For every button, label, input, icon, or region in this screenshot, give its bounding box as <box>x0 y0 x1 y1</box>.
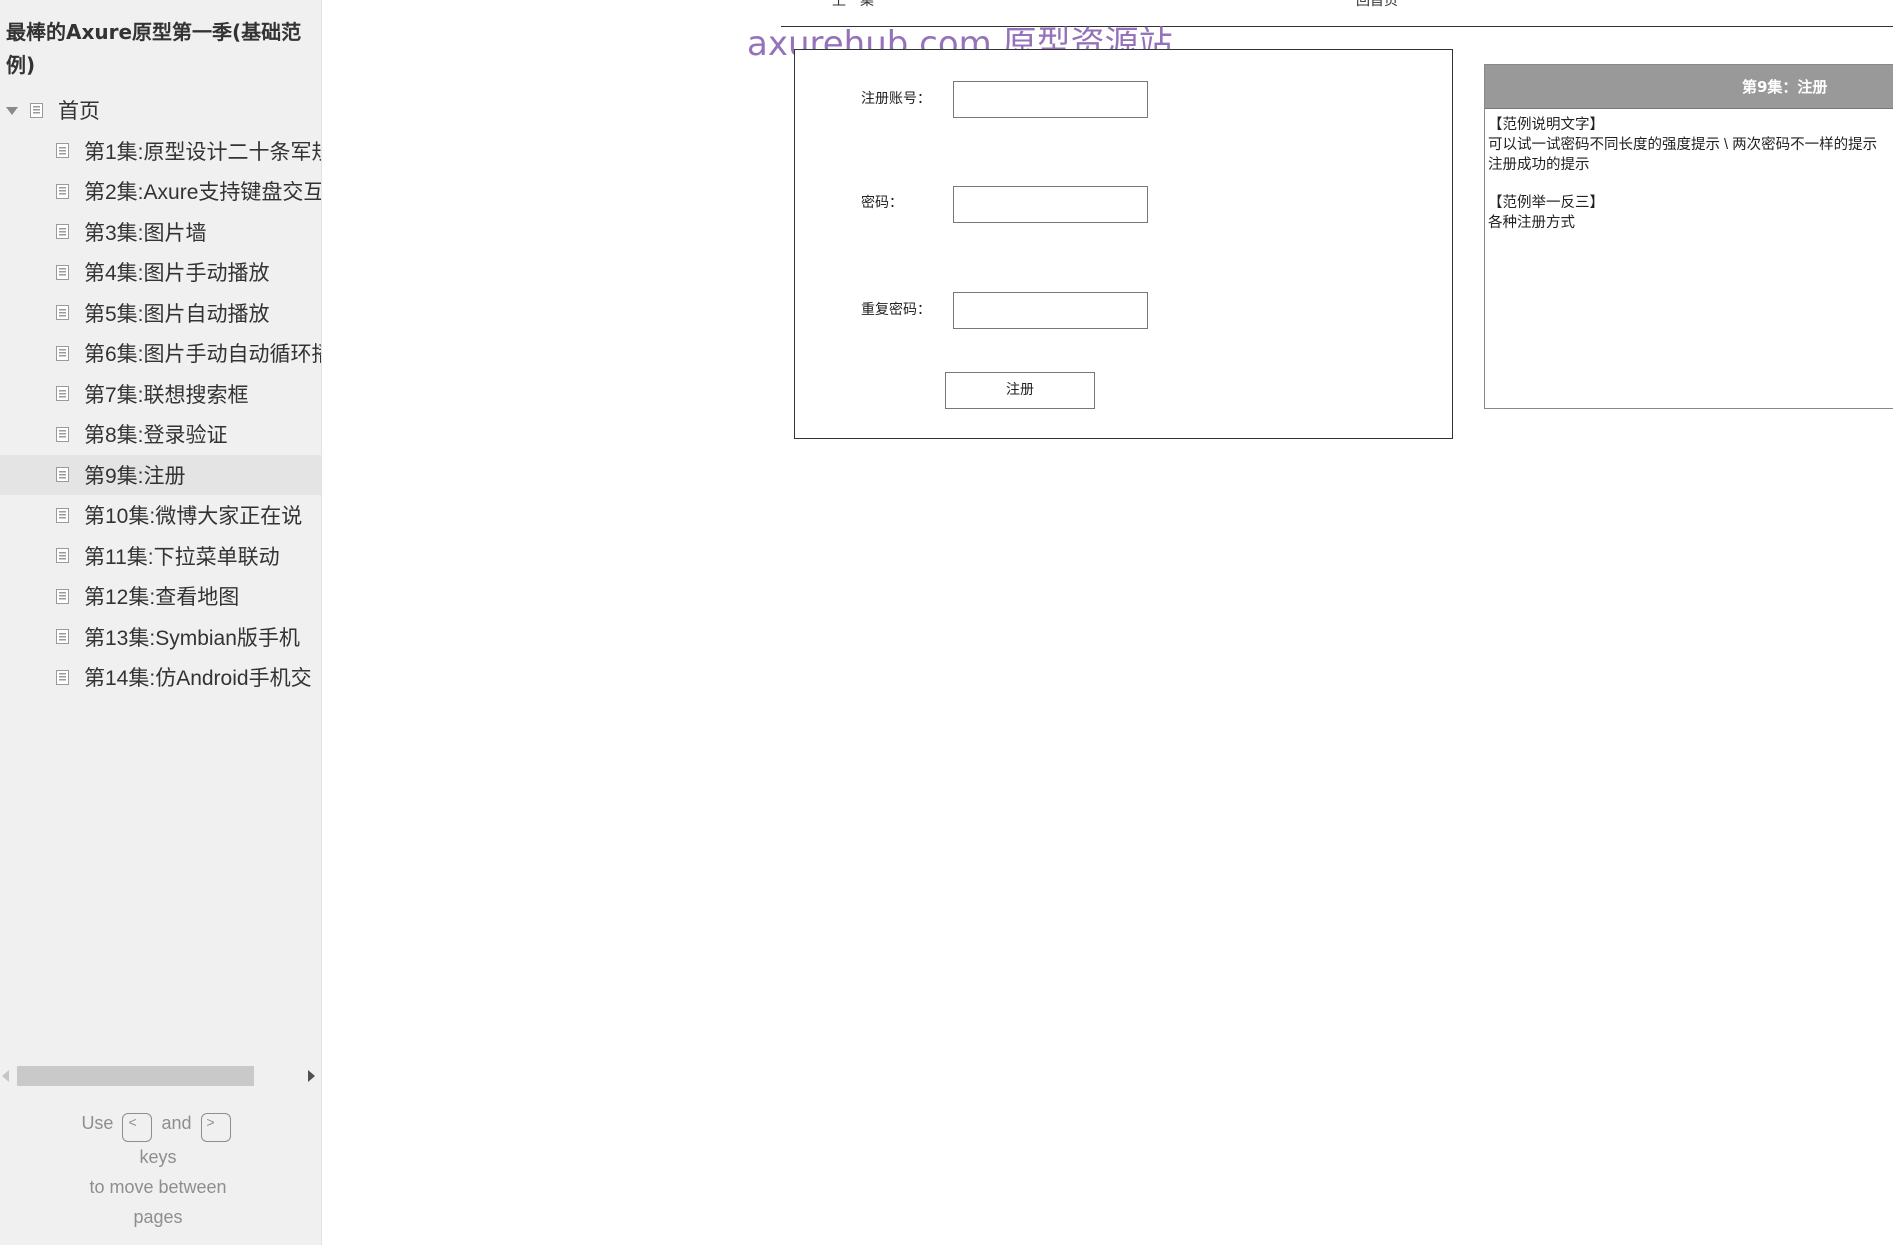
tree-item-label: 第1集:原型设计二十条军规 <box>84 140 322 164</box>
keyboard-help: Use < and > keys to move between pages <box>0 1108 316 1232</box>
tree-item-label: 第10集:微博大家正在说 <box>84 505 303 529</box>
tree-item-ep6[interactable]: 第6集:图片手动自动循环播放 <box>0 333 321 374</box>
tree-item-label: 首页 <box>58 100 100 124</box>
prototype-canvas: 上一集 回首页 axurehub.com 原型资源站 注册账号： 密码： 重复密… <box>323 0 1893 1245</box>
next-key-icon: > <box>200 1113 231 1142</box>
expanded-arrow-icon[interactable] <box>6 107 18 116</box>
page-icon <box>56 386 69 402</box>
page-icon <box>56 426 69 442</box>
page-icon <box>56 588 69 604</box>
password-input[interactable] <box>953 186 1148 223</box>
page-icon <box>56 224 69 240</box>
tree-item-label: 第5集:图片自动播放 <box>84 302 270 326</box>
scrollbar-thumb[interactable] <box>17 1066 254 1086</box>
page-icon <box>56 345 69 361</box>
tree-item-label: 第6集:图片手动自动循环播放 <box>84 343 321 367</box>
tree-item-ep9[interactable]: 第9集:注册 <box>0 454 321 495</box>
scroll-left-arrow-icon[interactable] <box>2 1070 9 1082</box>
repeat-password-input[interactable] <box>953 292 1148 329</box>
tree-item-label: 第14集:仿Android手机交 <box>84 667 312 691</box>
episode-note-panel: 第9集：注册 【范例说明文字】 可以试一试密码不同长度的强度提示 \ 两次密码不… <box>1484 64 1893 409</box>
home-link[interactable]: 回首页 <box>1356 0 1398 10</box>
page-icon <box>56 305 69 321</box>
account-input[interactable] <box>953 81 1148 118</box>
tree-item-ep11[interactable]: 第11集:下拉菜单联动 <box>0 536 321 577</box>
register-button[interactable]: 注册 <box>945 372 1095 409</box>
page-icon <box>56 183 69 199</box>
note-text: 可以试一试密码不同长度的强度提示 \ 两次密码不一样的提示 <box>1488 137 1878 153</box>
page-icon <box>56 629 69 645</box>
prev-episode-link[interactable]: 上一集 <box>832 0 874 10</box>
note-title: 第9集：注册 <box>1485 65 1893 109</box>
help-pages-text: pages <box>133 1207 183 1227</box>
tree-item-ep2[interactable]: 第2集:Axure支持键盘交互 <box>0 171 322 212</box>
account-label: 注册账号： <box>861 91 931 107</box>
tree-item-label: 第9集:注册 <box>84 464 186 488</box>
sidebar-horizontal-scrollbar[interactable] <box>0 1066 321 1086</box>
register-form: 注册账号： 密码： 重复密码： 注册 <box>794 49 1453 439</box>
help-and-text: and <box>161 1113 192 1133</box>
note-body: 【范例说明文字】 可以试一试密码不同长度的强度提示 \ 两次密码不一样的提示 注… <box>1485 109 1893 239</box>
tree-item-label: 第2集:Axure支持键盘交互 <box>84 181 322 205</box>
password-label: 密码： <box>861 195 903 211</box>
tree-item-ep4[interactable]: 第4集:图片手动播放 <box>0 252 321 293</box>
tree-item-ep14[interactable]: 第14集:仿Android手机交 <box>0 657 321 698</box>
page-tree: 首页 第1集:原型设计二十条军规 第2集:Axure支持键盘交互 第3集:图片墙… <box>0 90 322 698</box>
page-icon <box>56 669 69 685</box>
tree-item-label: 第13集:Symbian版手机 <box>84 626 300 650</box>
tree-item-label: 第7集:联想搜索框 <box>84 383 249 407</box>
page-icon <box>56 467 69 483</box>
page-icon <box>30 102 43 118</box>
tree-item-ep5[interactable]: 第5集:图片自动播放 <box>0 293 321 334</box>
tree-item-ep10[interactable]: 第10集:微博大家正在说 <box>0 495 321 536</box>
tree-item-label: 第12集:查看地图 <box>84 586 240 610</box>
page-icon <box>56 507 69 523</box>
note-text: 注册成功的提示 <box>1488 157 1590 173</box>
tree-item-ep3[interactable]: 第3集:图片墙 <box>0 212 321 253</box>
note-section-title: 【范例举一反三】 <box>1488 195 1604 211</box>
help-use-text: Use <box>81 1113 114 1133</box>
sidebar: 最棒的Axure原型第一季(基础范例) 首页 第1集:原型设计二十条军规 第2集… <box>0 0 322 1245</box>
prev-key-icon: < <box>122 1113 153 1142</box>
note-section-title: 【范例说明文字】 <box>1488 117 1604 133</box>
scroll-right-arrow-icon[interactable] <box>308 1070 315 1082</box>
tree-item-ep7[interactable]: 第7集:联想搜索框 <box>0 374 321 415</box>
repeat-password-label: 重复密码： <box>861 302 931 318</box>
help-keys-text: keys <box>139 1147 177 1167</box>
project-title: 最棒的Axure原型第一季(基础范例) <box>6 20 302 77</box>
tree-item-home[interactable]: 首页 <box>0 90 321 131</box>
tree-item-ep12[interactable]: 第12集:查看地图 <box>0 576 321 617</box>
tree-item-ep8[interactable]: 第8集:登录验证 <box>0 414 321 455</box>
tree-item-label: 第3集:图片墙 <box>84 221 207 245</box>
note-text: 各种注册方式 <box>1488 215 1575 231</box>
page-icon <box>56 143 69 159</box>
tree-item-ep1[interactable]: 第1集:原型设计二十条军规 <box>0 131 322 172</box>
help-move-text: to move between <box>89 1177 227 1197</box>
page-icon <box>56 264 69 280</box>
tree-item-label: 第4集:图片手动播放 <box>84 262 270 286</box>
tree-item-ep13[interactable]: 第13集:Symbian版手机 <box>0 617 321 658</box>
page-icon <box>56 548 69 564</box>
tree-item-label: 第11集:下拉菜单联动 <box>84 545 280 569</box>
tree-item-label: 第8集:登录验证 <box>84 424 228 448</box>
note-spacer <box>1488 175 1893 193</box>
